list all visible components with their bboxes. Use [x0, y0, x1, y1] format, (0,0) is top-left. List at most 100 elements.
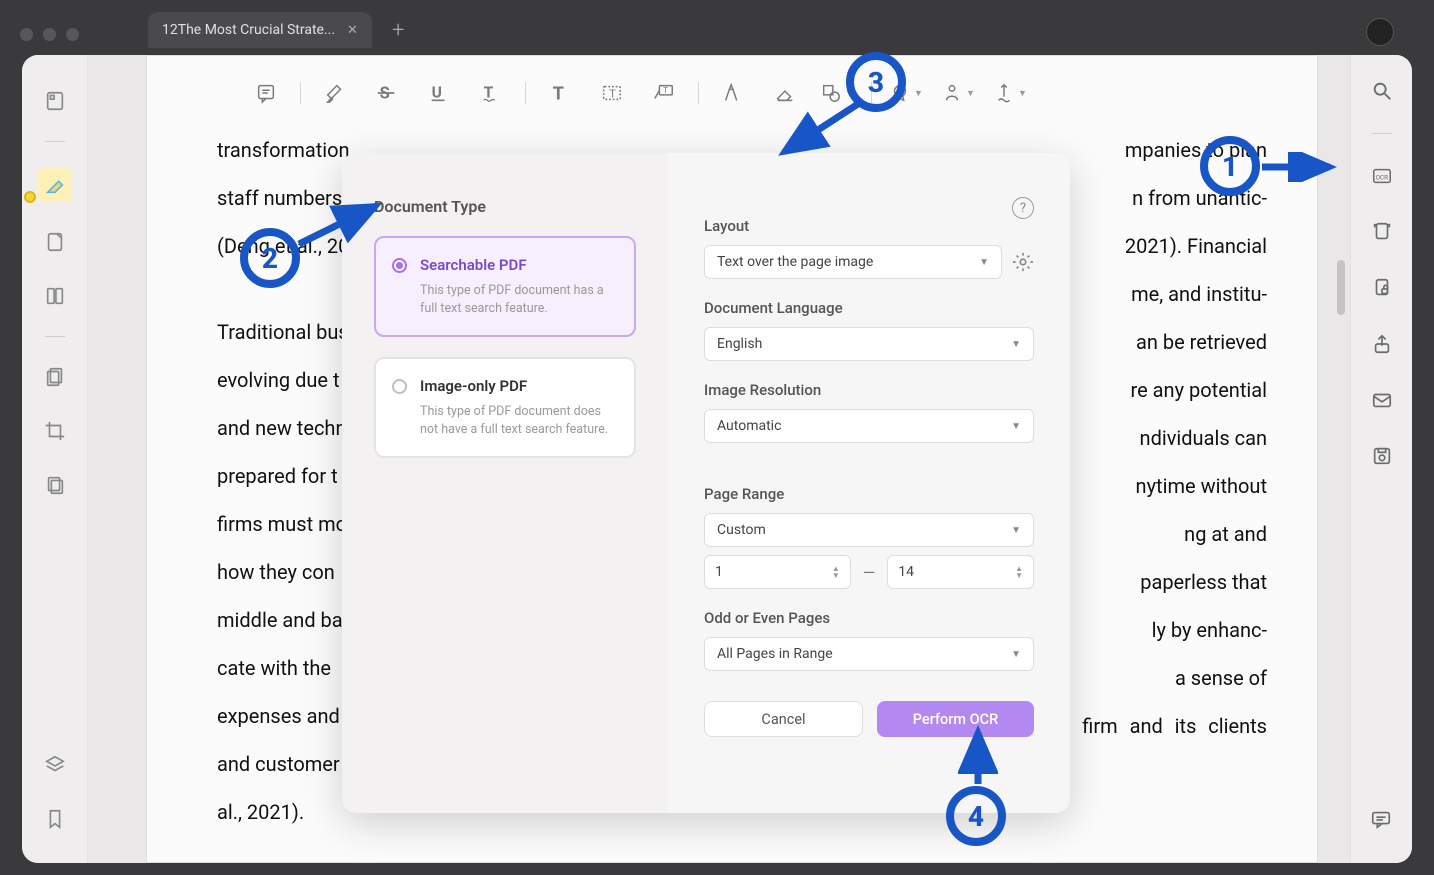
- separator: [525, 82, 526, 104]
- option-title: Image-only PDF: [420, 377, 616, 395]
- svg-text:OCR: OCR: [1375, 174, 1388, 182]
- searchable-pdf-option[interactable]: Searchable PDF This type of PDF document…: [374, 236, 636, 337]
- sign-tool-icon[interactable]: ▼: [992, 77, 1028, 109]
- underline-tool-icon[interactable]: U: [421, 77, 457, 109]
- tab-document[interactable]: 12The Most Crucial Strate... ✕: [148, 12, 372, 48]
- signature-tool-icon[interactable]: ▼: [940, 77, 976, 109]
- range-separator: —: [863, 563, 876, 582]
- divider: [45, 141, 65, 142]
- tab-title: 12The Most Crucial Strate...: [162, 22, 335, 38]
- textbox-tool-icon[interactable]: T: [594, 77, 630, 109]
- svg-text:T: T: [553, 83, 564, 104]
- pencil-icon[interactable]: [41, 228, 69, 256]
- range-from-input[interactable]: 1 ▲▼: [704, 555, 851, 589]
- resolution-label: Image Resolution: [704, 381, 1034, 399]
- mail-icon[interactable]: [1368, 386, 1396, 414]
- svg-text:T: T: [663, 86, 668, 96]
- resolution-select[interactable]: Automatic ▼: [704, 409, 1034, 443]
- chevron-down-icon: ▼: [1011, 525, 1021, 536]
- stepper-icon[interactable]: ▲▼: [1015, 565, 1023, 579]
- layout-label: Layout: [704, 217, 1034, 235]
- select-value: Automatic: [717, 418, 781, 434]
- chevron-down-icon: ▼: [1011, 421, 1021, 432]
- language-select[interactable]: English ▼: [704, 327, 1034, 361]
- text-tool-icon[interactable]: T: [542, 77, 578, 109]
- comment-icon[interactable]: [1367, 805, 1395, 833]
- image-only-pdf-option[interactable]: Image-only PDF This type of PDF document…: [374, 357, 636, 458]
- option-title: Searchable PDF: [420, 256, 616, 274]
- divider: [45, 336, 65, 337]
- scan-icon[interactable]: [1368, 218, 1396, 246]
- save-icon[interactable]: [1368, 442, 1396, 470]
- thumbnails-icon[interactable]: [41, 87, 69, 115]
- scrollbar[interactable]: [1337, 260, 1345, 315]
- window-controls[interactable]: [20, 28, 79, 41]
- page-range-select[interactable]: Custom ▼: [704, 513, 1034, 547]
- note-tool-icon[interactable]: [248, 77, 284, 109]
- left-sidebar: [22, 55, 88, 863]
- highlight-indicator: [24, 191, 36, 203]
- callout-badge: 2: [240, 228, 300, 288]
- select-value: All Pages in Range: [717, 646, 833, 662]
- svg-text:S: S: [380, 85, 390, 104]
- callout-4: 4: [946, 786, 1006, 846]
- language-label: Document Language: [704, 299, 1034, 317]
- share-icon[interactable]: [1368, 330, 1396, 358]
- input-value: 14: [898, 564, 914, 580]
- radio-icon: [392, 258, 407, 273]
- close-tab-icon[interactable]: ✕: [347, 23, 358, 38]
- stack-icon[interactable]: [41, 751, 69, 779]
- svg-text:T: T: [609, 88, 616, 101]
- option-description: This type of PDF document has a full tex…: [420, 282, 616, 317]
- callout-3: 3: [846, 52, 906, 112]
- new-tab-button[interactable]: +: [392, 18, 404, 43]
- strikethrough-tool-icon[interactable]: S: [369, 77, 405, 109]
- minimize-window-icon[interactable]: [43, 28, 56, 41]
- highlight-tool-icon[interactable]: [317, 77, 353, 109]
- option-description: This type of PDF document does not have …: [420, 403, 616, 438]
- lock-page-icon[interactable]: [1368, 274, 1396, 302]
- crop-icon[interactable]: [41, 417, 69, 445]
- pen-tool-icon[interactable]: [715, 77, 751, 109]
- separator: [698, 82, 699, 104]
- annotation-toolbar: S U T T T T ▼ ▼ ▼ ▼: [198, 73, 1240, 113]
- stepper-icon[interactable]: ▲▼: [832, 565, 840, 579]
- right-sidebar: OCR: [1350, 55, 1412, 863]
- help-icon[interactable]: ?: [1012, 197, 1034, 219]
- document-type-label: Document Type: [374, 197, 636, 216]
- select-value: Custom: [717, 522, 766, 538]
- callout-1: 1: [1200, 136, 1260, 196]
- chevron-down-icon: ▼: [979, 257, 989, 268]
- bookmark-icon[interactable]: [41, 805, 69, 833]
- reading-icon[interactable]: [41, 282, 69, 310]
- layout-select[interactable]: Text over the page image ▼: [704, 245, 1002, 279]
- select-value: Text over the page image: [717, 254, 873, 270]
- radio-icon: [392, 379, 407, 394]
- squiggly-tool-icon[interactable]: T: [473, 77, 509, 109]
- gear-icon[interactable]: [1012, 251, 1034, 273]
- maximize-window-icon[interactable]: [66, 28, 79, 41]
- close-window-icon[interactable]: [20, 28, 33, 41]
- highlighter-icon[interactable]: [38, 168, 72, 202]
- select-value: English: [717, 336, 762, 352]
- odd-even-select[interactable]: All Pages in Range▼: [704, 637, 1034, 671]
- ocr-icon[interactable]: OCR: [1368, 162, 1396, 190]
- callout-tool-icon[interactable]: T: [646, 77, 682, 109]
- svg-text:U: U: [432, 84, 442, 102]
- search-icon[interactable]: [1368, 77, 1396, 105]
- input-value: 1: [715, 564, 723, 580]
- callout-2: 2: [240, 228, 300, 288]
- divider: [1372, 133, 1392, 134]
- range-to-input[interactable]: 14 ▲▼: [887, 555, 1034, 589]
- chevron-down-icon: ▼: [1011, 339, 1021, 350]
- layers-icon[interactable]: [41, 471, 69, 499]
- cancel-button[interactable]: Cancel: [704, 701, 863, 737]
- ocr-modal: Document Type Searchable PDF This type o…: [342, 153, 1070, 813]
- avatar[interactable]: [1366, 18, 1394, 46]
- callout-badge: 1: [1200, 136, 1260, 196]
- odd-even-label: Odd or Even Pages: [704, 609, 1034, 627]
- page-range-label: Page Range: [704, 485, 1034, 503]
- perform-ocr-button[interactable]: Perform OCR: [877, 701, 1034, 737]
- pages-icon[interactable]: [41, 363, 69, 391]
- callout-badge: 4: [946, 786, 1006, 846]
